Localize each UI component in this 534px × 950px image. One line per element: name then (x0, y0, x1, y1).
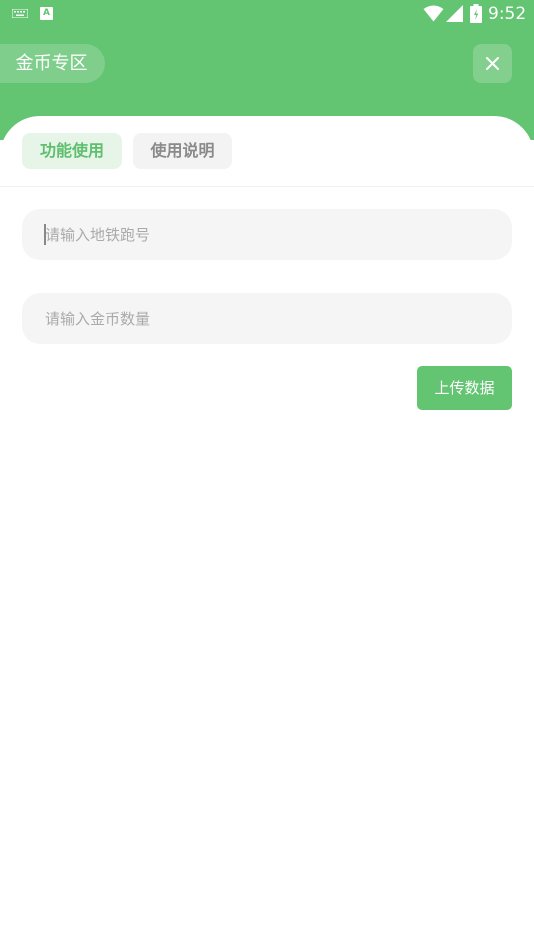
status-bar: A 9:52 (0, 0, 534, 28)
close-button[interactable] (473, 44, 512, 83)
tab-instructions[interactable]: 使用说明 (133, 133, 232, 169)
battery-icon (470, 4, 482, 23)
page-title: 金币专区 (0, 44, 105, 83)
wifi-icon (423, 5, 444, 22)
subway-number-input[interactable] (22, 209, 512, 260)
signal-icon (446, 5, 463, 22)
status-time: 9:52 (488, 4, 527, 24)
a-icon: A (40, 7, 53, 20)
close-icon (486, 57, 499, 70)
tab-divider (0, 186, 534, 187)
tab-function-use[interactable]: 功能使用 (22, 133, 122, 169)
coin-amount-input[interactable] (22, 293, 512, 344)
upload-data-button[interactable]: 上传数据 (417, 366, 512, 410)
text-caret (44, 224, 46, 245)
keyboard-icon (12, 9, 28, 18)
